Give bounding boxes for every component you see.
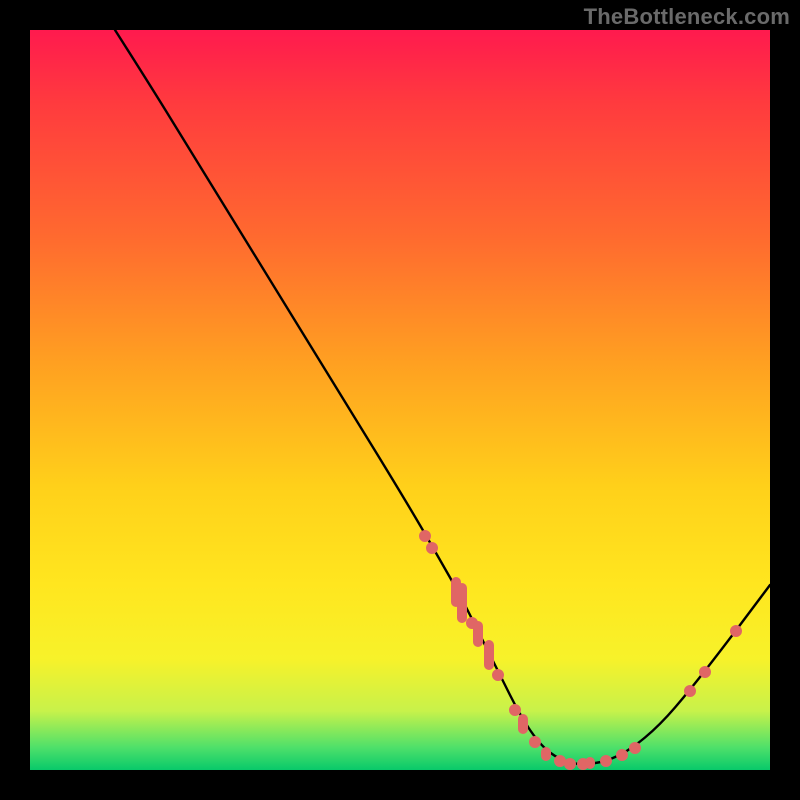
curve-marker-dot [601, 756, 612, 767]
plot-area [30, 30, 770, 770]
curve-marker-dot [617, 750, 628, 761]
curve-marker-dot [700, 667, 711, 678]
curve-marker-pill [518, 714, 528, 734]
curve-marker-pill [585, 757, 595, 769]
curve-marker-dot [731, 626, 742, 637]
curve-markers [420, 531, 742, 770]
curve-pill-markers [451, 577, 595, 769]
curve-marker-pill [541, 747, 551, 761]
curve-marker-pill [457, 583, 467, 623]
curve-marker-dot [685, 686, 696, 697]
curve-marker-dot [530, 737, 541, 748]
curve-layer [30, 30, 770, 770]
curve-marker-dot [565, 759, 576, 770]
curve-marker-pill [473, 621, 483, 647]
watermark-text: TheBottleneck.com [584, 4, 790, 30]
curve-marker-dot [420, 531, 431, 542]
curve-marker-pill [484, 640, 494, 670]
curve-marker-dot [427, 543, 438, 554]
chart-frame: TheBottleneck.com [0, 0, 800, 800]
curve-marker-dot [493, 670, 504, 681]
bottleneck-curve [115, 30, 770, 764]
curve-marker-dot [630, 743, 641, 754]
curve-marker-dot [555, 756, 566, 767]
curve-marker-dot [510, 705, 521, 716]
